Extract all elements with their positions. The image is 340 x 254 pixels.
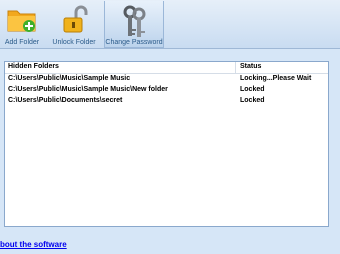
hidden-folders-list[interactable]: Hidden Folders Status C:\Users\Public\Mu… bbox=[4, 61, 329, 227]
unlock-folder-label: Unlock Folder bbox=[52, 39, 96, 46]
column-header-status[interactable]: Status bbox=[240, 63, 261, 70]
about-software-link[interactable]: bout the software bbox=[0, 240, 67, 249]
add-folder-icon bbox=[7, 5, 37, 35]
folder-status: Locked bbox=[240, 86, 265, 93]
change-password-button[interactable]: Change Password bbox=[104, 1, 164, 48]
folder-status: Locking...Please Wait bbox=[240, 75, 312, 82]
folder-path: C:\Users\Public\Music\Sample Music\New f… bbox=[8, 86, 168, 93]
folder-path: C:\Users\Public\Documents\secret bbox=[8, 97, 123, 104]
toolbar: Add Folder Unlock Folder Change Password bbox=[0, 0, 340, 49]
unlock-folder-button[interactable]: Unlock Folder bbox=[50, 1, 98, 47]
list-item[interactable]: C:\Users\Public\Documents\secret Locked bbox=[5, 96, 328, 106]
change-password-label: Change Password bbox=[105, 39, 163, 46]
folder-path: C:\Users\Public\Music\Sample Music bbox=[8, 75, 131, 82]
add-folder-label: Add Folder bbox=[4, 39, 40, 46]
keys-icon bbox=[120, 5, 148, 41]
list-item[interactable]: C:\Users\Public\Music\Sample Music\New f… bbox=[5, 85, 328, 95]
folder-status: Locked bbox=[240, 97, 265, 104]
list-item[interactable]: C:\Users\Public\Music\Sample Music Locki… bbox=[5, 74, 328, 84]
add-folder-button[interactable]: Add Folder bbox=[0, 1, 44, 47]
unlock-icon bbox=[60, 5, 88, 37]
list-header: Hidden Folders Status bbox=[5, 62, 328, 74]
column-header-hidden-folders[interactable]: Hidden Folders bbox=[8, 63, 59, 70]
column-divider[interactable] bbox=[235, 62, 236, 73]
